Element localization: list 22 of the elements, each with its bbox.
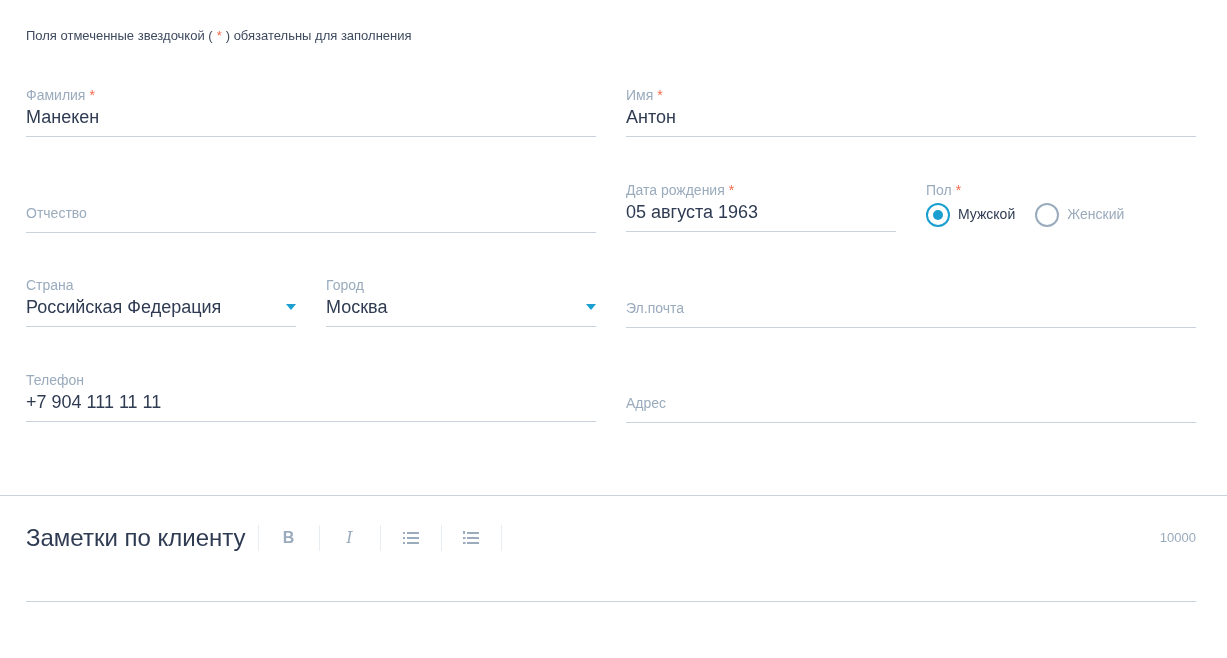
caret-icon [586, 303, 596, 310]
field-label: Страна [26, 275, 75, 294]
required-note: Поля отмеченные звездочкой ( * ) обязательны для заполнения [26, 27, 413, 45]
bullet-list-icon [402, 531, 419, 544]
character-counter: 10000 [1159, 529, 1196, 548]
input-field[interactable]: Антон [626, 103, 1196, 137]
select-field[interactable]: Российская Федерация [26, 293, 296, 327]
field-label: Пол * [926, 180, 963, 199]
caret-icon [286, 303, 296, 310]
field-label: Дата рождения * [626, 180, 736, 199]
field-label: Город [326, 275, 365, 294]
radio-option[interactable]: Мужской [926, 202, 1016, 227]
field-label: Имя * [626, 85, 664, 104]
select-field[interactable]: Москва [326, 293, 596, 327]
field-label: Фамилия * [26, 85, 96, 104]
input-field[interactable]: 05 августа 1963 [626, 198, 896, 232]
numbered-list-button[interactable] [440, 524, 502, 551]
numbered-list-icon [463, 530, 479, 545]
notes-title: Заметки по клиенту [26, 523, 246, 553]
input-field[interactable]: +7 904 111 11 11 [26, 388, 596, 422]
input-field[interactable]: Манекен [26, 103, 596, 137]
field-label: Телефон [26, 370, 86, 389]
